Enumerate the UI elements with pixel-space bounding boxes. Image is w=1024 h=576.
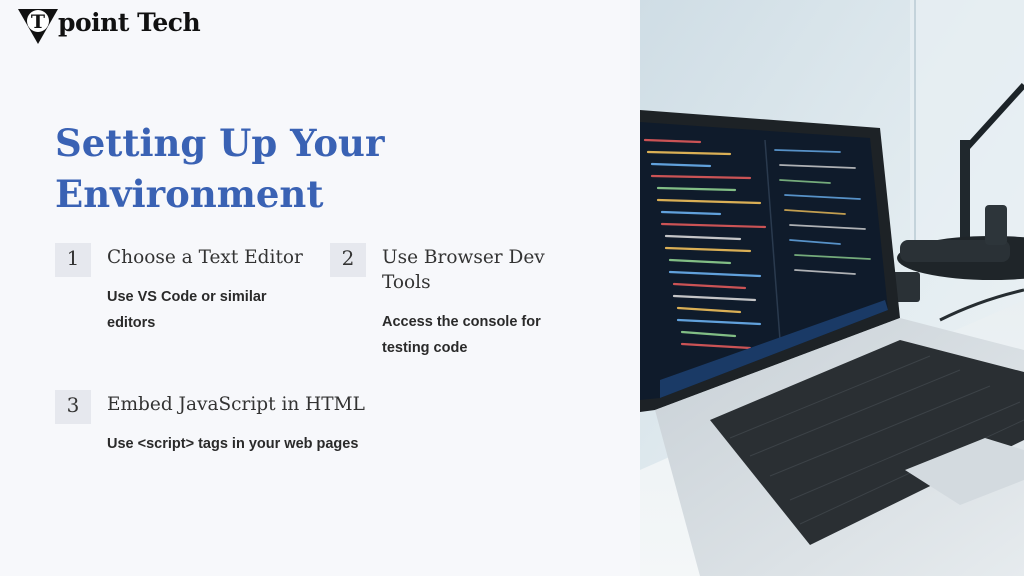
step-title: Use Browser Dev Tools xyxy=(382,247,545,293)
logo-letter: T xyxy=(31,11,45,33)
step-description: Use <script> tags in your web pages xyxy=(107,436,359,452)
step-title: Embed JavaScript in HTML xyxy=(107,394,365,415)
logo-text: point Tech xyxy=(58,7,201,37)
step-2: 2 Use Browser Dev Tools Access the conso… xyxy=(330,243,590,373)
triangle-logo-icon: T xyxy=(16,6,60,46)
step-number-badge: 2 xyxy=(330,243,366,277)
laptop-photo xyxy=(640,0,1024,576)
step-description: Use VS Code or similar editors xyxy=(107,289,267,331)
step-title: Choose a Text Editor xyxy=(107,247,303,268)
step-1: 1 Choose a Text Editor Use VS Code or si… xyxy=(55,243,315,343)
step-3: 3 Embed JavaScript in HTML Use <script> … xyxy=(55,390,415,470)
step-description: Access the console for testing code xyxy=(382,314,541,356)
slide-content: T point Tech Setting Up Your Environment… xyxy=(0,0,640,576)
tpoint-tech-logo[interactable]: T point Tech xyxy=(16,6,201,46)
step-number-badge: 1 xyxy=(55,243,91,277)
page-title: Setting Up Your Environment xyxy=(55,121,385,216)
step-number-badge: 3 xyxy=(55,390,91,424)
